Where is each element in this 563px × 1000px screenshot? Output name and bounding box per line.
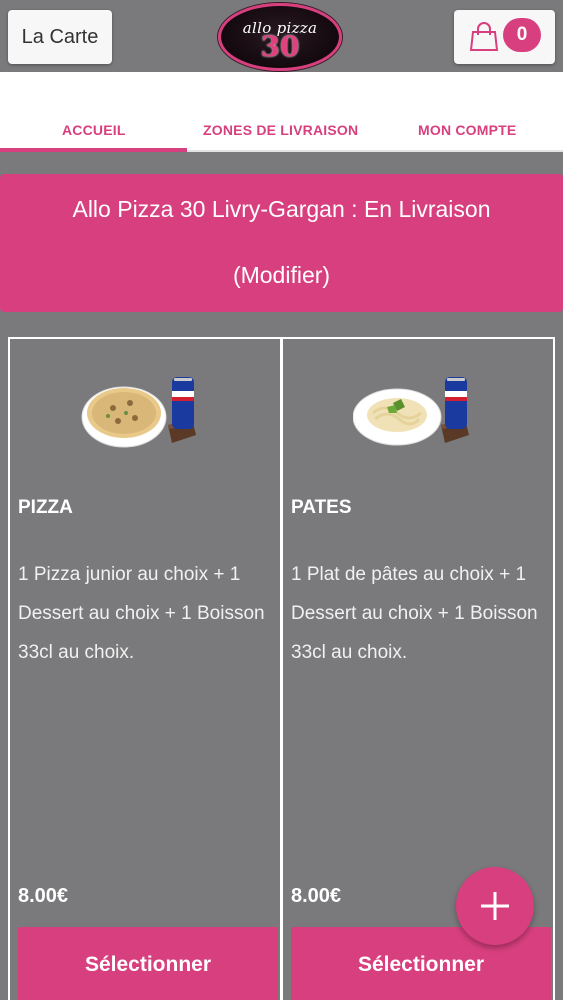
menu-description: 1 Pizza junior au choix + 1 Dessert au c…: [18, 564, 265, 663]
menu-price: 8.00€: [18, 885, 69, 907]
select-pizza-button[interactable]: Sélectionner: [18, 927, 278, 1000]
shopping-bag-icon: [470, 22, 498, 51]
add-fab-button[interactable]: [456, 867, 534, 945]
store-name: Allo Pizza 30 Livry-Gargan : En Livraiso…: [72, 196, 491, 222]
tab-mon-compte[interactable]: MON COMPTE: [418, 122, 516, 138]
modify-store-link[interactable]: (Modifier): [0, 262, 563, 289]
tab-accueil[interactable]: ACCUEIL: [62, 122, 126, 138]
pizza-menu-image: [81, 377, 196, 448]
cart-button[interactable]: 0: [454, 10, 555, 64]
la-carte-button[interactable]: La Carte: [8, 10, 112, 64]
tab-zones-de-livraison[interactable]: ZONES DE LIVRAISON: [203, 122, 358, 138]
menu-title: PATES: [291, 497, 352, 518]
tabs-divider: [187, 150, 563, 152]
allo-pizza-logo[interactable]: allo pizza 30: [218, 3, 342, 71]
menu-description: 1 Plat de pâtes au choix + 1 Dessert au …: [291, 564, 538, 663]
menu-title: PIZZA: [18, 497, 73, 518]
top-bar: La Carte allo pizza 30 0: [0, 0, 563, 72]
logo-text-line2: 30: [260, 30, 300, 63]
store-banner: Allo Pizza 30 Livry-Gargan : En Livraiso…: [0, 174, 563, 312]
active-tab-indicator: [0, 148, 187, 152]
main-tabs: ACCUEIL ZONES DE LIVRAISON MON COMPTE: [0, 72, 563, 152]
menu-card-pizza: PIZZA 1 Pizza junior au choix + 1 Desser…: [8, 337, 282, 1000]
pasta-menu-image: [353, 377, 469, 446]
menu-price: 8.00€: [291, 885, 342, 907]
plus-icon: [481, 892, 509, 920]
cart-count-badge: 0: [503, 18, 541, 52]
